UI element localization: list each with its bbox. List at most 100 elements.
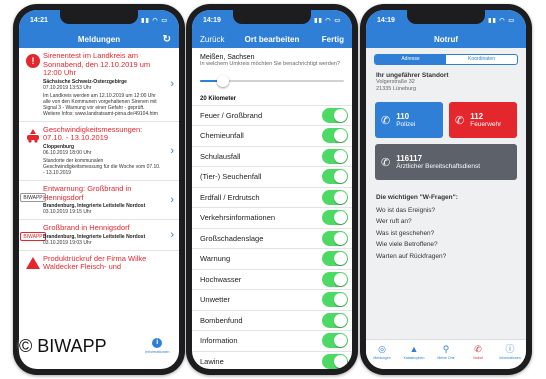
list-item[interactable]: BIWAPP Entwarnung: Großbrand in Hennigsd…: [19, 181, 179, 221]
category-toggle[interactable]: [322, 169, 348, 185]
phone-icon: ✆: [455, 114, 465, 127]
chevron-right-icon: ›: [170, 194, 174, 207]
segment-address[interactable]: Adresse: [375, 55, 446, 64]
question-item: Was ist geschehen?: [376, 229, 435, 237]
tab-disasters[interactable]: ▲ Katastrophen: [400, 344, 428, 360]
radius-slider[interactable]: [200, 73, 344, 89]
category-row: Feuer / Großbrand: [192, 106, 352, 126]
police-label: Polizei: [396, 120, 416, 128]
item-title: Produktrückruf der Firma Wilke Waldecker…: [43, 253, 147, 272]
biwapp-logo-icon: BIWAPP: [20, 192, 46, 202]
category-toggle[interactable]: [322, 210, 348, 226]
category-toggle[interactable]: [322, 148, 348, 164]
nav-bar: Meldungen ↻: [19, 30, 179, 48]
item-date: 03.10.2019 19:15 Uhr: [43, 209, 92, 216]
toggle-knob: [334, 170, 347, 184]
category-toggle[interactable]: [322, 333, 348, 349]
phone-icon: ✆: [381, 156, 391, 169]
list-item[interactable]: Geschwindigkeitsmessungen: 07.10. - 13.1…: [19, 122, 179, 181]
tab-information[interactable]: ⓘ Informationen: [496, 344, 524, 360]
category-toggle[interactable]: [322, 312, 348, 328]
toggle-knob: [334, 334, 347, 348]
list-item[interactable]: BIWAPP Großbrand in Hennigsdorf Brandenb…: [19, 220, 179, 251]
category-label: Schulausfall: [200, 151, 241, 161]
questions-heading: Die wichtigen "W-Fragen":: [376, 194, 458, 201]
tab-emergency[interactable]: ✆ Notruf: [464, 344, 492, 360]
phone-notch: [407, 10, 485, 24]
item-title: Sirenentest im Landkreis am Sonnabend, d…: [43, 51, 151, 78]
category-row: Information: [192, 331, 352, 352]
location-name: Meißen, Sachsen: [200, 54, 255, 61]
nav-bar: Notruf: [366, 30, 526, 48]
chevron-right-icon: ›: [170, 144, 174, 157]
tab-label: Meine Orte: [437, 356, 455, 360]
category-label: Information: [200, 336, 238, 346]
category-toggle[interactable]: [322, 189, 348, 205]
refresh-icon[interactable]: ↻: [163, 34, 171, 45]
category-toggle[interactable]: [322, 230, 348, 246]
status-time: 14:21: [30, 16, 48, 24]
info-icon: ⓘ: [505, 344, 515, 354]
back-button[interactable]: Zurück: [200, 35, 224, 44]
category-row: Großschadenslage: [192, 229, 352, 249]
category-row: Schulausfall: [192, 147, 352, 167]
address-city: 21335 Lüneburg: [376, 86, 417, 92]
toggle-knob: [334, 211, 347, 225]
tab-label: Katastrophen: [403, 356, 425, 360]
category-label: Warnung: [200, 254, 231, 264]
done-button[interactable]: Fertig: [322, 35, 344, 44]
category-label: Lawine: [200, 356, 224, 366]
chevron-right-icon: ›: [170, 78, 174, 91]
category-label: Erdfall / Erdrutsch: [200, 192, 260, 202]
toggle-knob: [334, 129, 347, 143]
slider-handle[interactable]: [217, 74, 229, 87]
category-toggle[interactable]: [322, 107, 348, 123]
signal-battery-icon: ▮▮ ◠ ▭: [141, 17, 168, 24]
edit-location-screen: 14:19 ▮▮ ◠ ▭ Zurück Ort bearbeiten Ferti…: [192, 10, 352, 369]
category-toggle[interactable]: [322, 128, 348, 144]
category-label: (Tier-) Seuchenfall: [200, 172, 262, 182]
category-row: Unwetter: [192, 290, 352, 311]
list-item[interactable]: ! Sirenentest im Landkreis am Sonnabend,…: [19, 48, 179, 122]
tab-my-places[interactable]: ⚲ Meine Orte: [432, 344, 460, 360]
tab-information[interactable]: i Informationen: [145, 338, 169, 354]
info-icon: i: [152, 338, 163, 348]
item-date: 03.10.2019 19:03 Uhr: [43, 239, 92, 246]
warning-icon: [26, 256, 40, 269]
location-pin-icon: ⚲: [442, 344, 450, 354]
category-toggle[interactable]: [322, 292, 348, 308]
nav-bar: Zurück Ort bearbeiten Fertig: [192, 30, 352, 48]
emergency-screen: 14:19 ▮▮ ◠ ▭ Notruf Adresse Koordinaten …: [366, 10, 526, 369]
category-toggle[interactable]: [322, 251, 348, 267]
category-toggle[interactable]: [322, 353, 348, 369]
item-text: Standorte der kommunalen Geschwindigkeit…: [43, 157, 161, 176]
category-row: Chemieunfall: [192, 126, 352, 147]
call-medical-service-button[interactable]: ✆ 116117 Ärztlicher Bereitschaftsdienst: [375, 144, 517, 180]
category-row: Bombenfund: [192, 311, 352, 331]
item-text: Im Landkreis werden am 12.10.2019 um 12:…: [43, 92, 158, 117]
tab-messages[interactable]: ◎ Meldungen: [368, 344, 396, 360]
category-toggle[interactable]: [322, 271, 348, 287]
item-title: Großbrand in Hennigsdorf: [43, 223, 130, 233]
call-fire-button[interactable]: ✆ 112 Feuerwehr: [449, 102, 517, 138]
item-title: Entwarnung: Großbrand in Hennigsdorf: [43, 183, 132, 202]
toggle-knob: [334, 231, 347, 245]
toggle-knob: [334, 354, 347, 368]
status-time: 14:19: [203, 16, 221, 24]
category-row: Erdfall / Erdrutsch: [192, 188, 352, 208]
tab-label: Meldungen: [373, 356, 391, 360]
toggle-knob: [334, 149, 347, 163]
radius-value: 20 Kilometer: [192, 89, 352, 106]
toggle-knob: [334, 108, 347, 122]
phone-notch: [233, 10, 311, 24]
category-row: Lawine: [192, 352, 352, 370]
list-item[interactable]: Produktrückruf der Firma Wilke Waldecker…: [19, 251, 179, 276]
fire-number: 112: [470, 111, 484, 121]
tab-bar: ◎ Meldungen ▲ Katastrophen ⚲ Meine Orte …: [366, 339, 526, 369]
toggle-knob: [334, 293, 347, 307]
call-police-button[interactable]: ✆ 110 Polizei: [375, 102, 443, 138]
toggle-knob: [334, 252, 347, 266]
segment-coordinates[interactable]: Koordinaten: [446, 55, 517, 64]
question-item: Wer ruft an?: [376, 218, 412, 226]
question-item: Warten auf Rückfragen?: [376, 252, 447, 260]
